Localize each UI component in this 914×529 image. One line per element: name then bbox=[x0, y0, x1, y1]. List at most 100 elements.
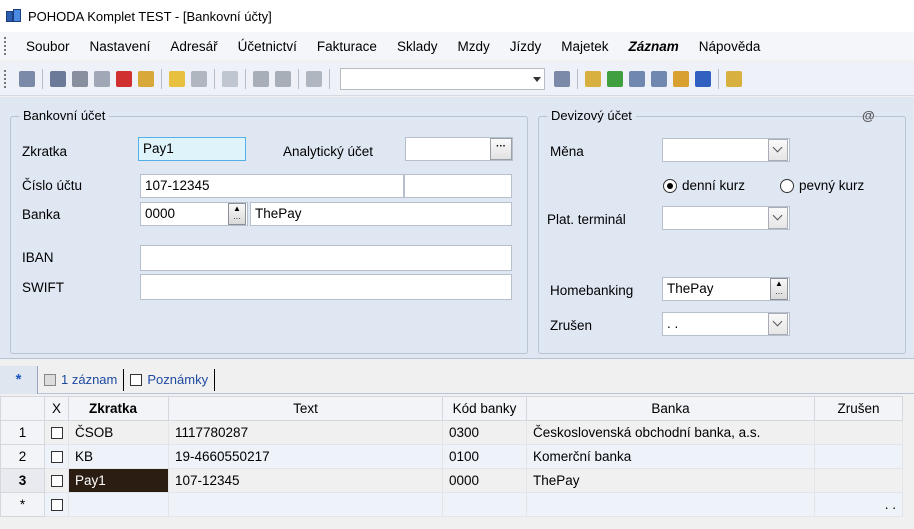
new-record-icon[interactable] bbox=[169, 70, 185, 87]
new-row-marker[interactable]: * bbox=[0, 492, 45, 517]
message-icon[interactable] bbox=[726, 70, 742, 87]
email-at-icon[interactable]: @ bbox=[862, 108, 875, 123]
edit-icon[interactable] bbox=[191, 70, 207, 87]
row-number[interactable]: 1 bbox=[0, 420, 45, 445]
cell-zrusen[interactable] bbox=[814, 420, 903, 445]
new-tab-button[interactable]: * bbox=[0, 365, 38, 394]
analyticky-ucet-label: Analytický účet bbox=[283, 144, 374, 159]
cell-zrusen[interactable] bbox=[814, 444, 903, 469]
row-checkbox[interactable] bbox=[44, 468, 69, 493]
payment-icon[interactable] bbox=[607, 70, 623, 87]
menu-zaznam[interactable]: Záznam bbox=[619, 39, 689, 54]
cell-banka[interactable]: ThePay bbox=[526, 468, 815, 493]
cell-zkratka[interactable]: ČSOB bbox=[68, 420, 169, 445]
homebanking-lookup-button[interactable]: ▲ ··· bbox=[770, 278, 788, 300]
folder-icon[interactable] bbox=[585, 70, 601, 87]
col-header-zrusen[interactable]: Zrušen bbox=[814, 396, 903, 421]
menu-majetek[interactable]: Majetek bbox=[551, 39, 618, 54]
menu-fakturace[interactable]: Fakturace bbox=[307, 39, 387, 54]
cell-zkratka[interactable] bbox=[68, 492, 169, 517]
menu-sklady[interactable]: Sklady bbox=[387, 39, 448, 54]
menu-napoveda[interactable]: Nápověda bbox=[689, 39, 771, 54]
cell-kod-banky[interactable]: 0100 bbox=[442, 444, 527, 469]
iban-input[interactable] bbox=[140, 245, 512, 271]
cislo-uctu-suffix-input[interactable] bbox=[404, 174, 512, 198]
radio-unchecked-icon[interactable] bbox=[780, 178, 794, 193]
cell-banka[interactable]: Československá obchodní banka, a.s. bbox=[526, 420, 815, 445]
menu-soubor[interactable]: Soubor bbox=[16, 39, 80, 54]
cell-kod-banky[interactable] bbox=[442, 492, 527, 517]
banka-name-input[interactable]: ThePay bbox=[250, 202, 512, 226]
checkbox-icon[interactable] bbox=[50, 475, 63, 488]
row-checkbox[interactable] bbox=[44, 420, 69, 445]
row-checkbox[interactable] bbox=[44, 444, 69, 469]
cell-text[interactable]: 107-12345 bbox=[168, 468, 443, 493]
zrusen-dropdown-button[interactable] bbox=[768, 313, 788, 335]
back-arrow-icon[interactable] bbox=[222, 70, 238, 87]
radio-pevny-kurz[interactable]: pevný kurz bbox=[780, 178, 864, 193]
zkratka-input[interactable]: Pay1 bbox=[138, 137, 246, 161]
pdf-icon[interactable] bbox=[116, 70, 132, 87]
open-icon[interactable] bbox=[50, 70, 66, 87]
table-row-selected[interactable]: 3 Pay1 107-12345 0000 ThePay bbox=[0, 468, 903, 493]
chevron-down-icon[interactable] bbox=[533, 76, 541, 82]
table-row[interactable]: 1 ČSOB 1117780287 0300 Československá ob… bbox=[0, 420, 903, 445]
filter-combo[interactable] bbox=[340, 67, 545, 90]
toolbar-separator bbox=[214, 68, 215, 89]
menu-ucetnictvi[interactable]: Účetnictví bbox=[228, 39, 307, 54]
col-header-banka[interactable]: Banka bbox=[526, 396, 815, 421]
cell-text[interactable]: 19-4660550217 bbox=[168, 444, 443, 469]
filter-icon[interactable] bbox=[554, 70, 570, 87]
menu-nastaveni[interactable]: Nastavení bbox=[80, 39, 161, 54]
cell-zrusen[interactable]: . . bbox=[814, 492, 903, 517]
cell-text[interactable]: 1117780287 bbox=[168, 420, 443, 445]
calculator-icon[interactable] bbox=[629, 70, 645, 87]
row-number[interactable]: 3 bbox=[0, 468, 45, 493]
tab-records[interactable]: 1 záznam bbox=[38, 368, 125, 391]
checkbox-icon[interactable] bbox=[50, 427, 63, 440]
col-header-x[interactable]: X bbox=[44, 396, 69, 421]
radio-denni-kurz[interactable]: denní kurz bbox=[663, 178, 745, 193]
print-icon[interactable] bbox=[72, 70, 88, 87]
swift-input[interactable] bbox=[140, 274, 512, 300]
menu-adresar[interactable]: Adresář bbox=[160, 39, 227, 54]
banka-lookup-button[interactable]: ▲ ··· bbox=[228, 203, 246, 225]
coins-icon[interactable] bbox=[673, 70, 689, 87]
plat-terminal-dropdown-button[interactable] bbox=[768, 207, 788, 229]
copy-icon[interactable] bbox=[306, 70, 322, 87]
cell-text[interactable] bbox=[168, 492, 443, 517]
cell-kod-banky[interactable]: 0300 bbox=[442, 420, 527, 445]
menu-mzdy[interactable]: Mzdy bbox=[447, 39, 499, 54]
radio-pevny-kurz-label: pevný kurz bbox=[799, 178, 865, 193]
table-icon[interactable] bbox=[651, 70, 667, 87]
checkbox-icon[interactable] bbox=[50, 499, 63, 512]
agenda-icon[interactable] bbox=[19, 70, 35, 87]
iban-icon[interactable] bbox=[695, 70, 711, 87]
export-icon[interactable] bbox=[138, 70, 154, 87]
save-all-icon[interactable] bbox=[275, 70, 291, 87]
table-new-row[interactable]: * . . bbox=[0, 492, 903, 517]
table-row[interactable]: 2 KB 19-4660550217 0100 Komerční banka bbox=[0, 444, 903, 469]
tab-notes[interactable]: Poznámky bbox=[124, 368, 216, 391]
checkbox-icon[interactable] bbox=[50, 451, 63, 464]
print-preview-icon[interactable] bbox=[94, 70, 110, 87]
menu-jizdy[interactable]: Jízdy bbox=[500, 39, 552, 54]
mena-dropdown-button[interactable] bbox=[768, 139, 788, 161]
analyticky-ucet-picker-button[interactable]: ··· bbox=[490, 138, 512, 160]
col-header-kod-banky[interactable]: Kód banky bbox=[442, 396, 527, 421]
cell-banka[interactable]: Komerční banka bbox=[526, 444, 815, 469]
col-header-zkratka[interactable]: Zkratka bbox=[68, 396, 169, 421]
radio-checked-icon[interactable] bbox=[663, 178, 677, 193]
save-icon[interactable] bbox=[253, 70, 269, 87]
cell-banka[interactable] bbox=[526, 492, 815, 517]
toolbar-separator bbox=[718, 68, 719, 89]
cell-zrusen[interactable] bbox=[814, 468, 903, 493]
col-header-text[interactable]: Text bbox=[168, 396, 443, 421]
cell-zkratka[interactable]: Pay1 bbox=[68, 468, 169, 493]
tab-records-label: 1 záznam bbox=[61, 372, 118, 387]
cell-kod-banky[interactable]: 0000 bbox=[442, 468, 527, 493]
row-checkbox[interactable] bbox=[44, 492, 69, 517]
cislo-uctu-input[interactable]: 107-12345 bbox=[140, 174, 404, 198]
cell-zkratka[interactable]: KB bbox=[68, 444, 169, 469]
row-number[interactable]: 2 bbox=[0, 444, 45, 469]
